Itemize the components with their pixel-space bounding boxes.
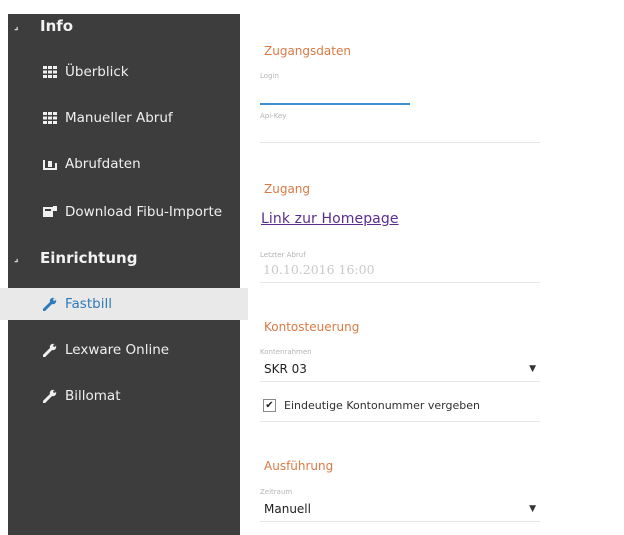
section-title-kontosteuerung: Kontosteuerung xyxy=(264,320,360,334)
sidebar-section-label: Einrichtung xyxy=(40,249,138,267)
sidebar-item-label: Manueller Abruf xyxy=(65,110,173,126)
sidebar-item-fastbill[interactable]: Fastbill xyxy=(0,288,248,320)
grid-icon xyxy=(41,112,59,124)
sidebar-item-abrufdaten[interactable]: Abrufdaten xyxy=(8,148,240,180)
section-title-ausfuehrung: Ausführung xyxy=(264,459,334,473)
collapse-caret-icon: ⌟ xyxy=(14,20,19,32)
sidebar-item-label: Fastbill xyxy=(65,296,112,312)
sidebar-item-manueller-abruf[interactable]: Manueller Abruf xyxy=(8,102,240,134)
sidebar-item-label: Abrufdaten xyxy=(65,156,141,172)
sidebar-section-info[interactable]: ⌟ Info xyxy=(8,14,240,38)
checkbox-label: Eindeutige Kontonummer vergeben xyxy=(284,399,480,412)
download-icon xyxy=(41,206,59,218)
sidebar-item-download-fibu-importe[interactable]: Download Fibu-Importe xyxy=(8,196,240,228)
sidebar-item-billomat[interactable]: Billomat xyxy=(8,380,240,412)
sidebar-section-einrichtung[interactable]: ⌟ Einrichtung xyxy=(8,246,240,270)
zeitraum-underline xyxy=(260,521,540,522)
dropdown-arrow-icon: ▼ xyxy=(529,364,536,374)
last-fetch-label: Letzter Abruf xyxy=(260,251,306,259)
settings-panel: Zugangsdaten Login Api-Key Zugang Link z… xyxy=(248,14,548,535)
api-key-input[interactable] xyxy=(260,142,540,143)
sidebar-item-label: Download Fibu-Importe xyxy=(65,204,223,220)
sidebar-item-label: Überblick xyxy=(65,64,129,80)
inbox-icon xyxy=(41,158,59,170)
homepage-link[interactable]: Link zur Homepage xyxy=(261,211,399,227)
wrench-icon xyxy=(41,343,59,357)
kontenrahmen-value: SKR 03 xyxy=(264,362,307,376)
login-label: Login xyxy=(260,72,279,80)
last-fetch-underline xyxy=(260,282,540,283)
sidebar-item-lexware-online[interactable]: Lexware Online xyxy=(8,334,240,366)
eindeutige-kontonummer-checkbox-row[interactable]: ✔ Eindeutige Kontonummer vergeben xyxy=(263,399,480,412)
dropdown-arrow-icon: ▼ xyxy=(529,504,536,514)
section-title-zugang: Zugang xyxy=(264,182,311,196)
kontenrahmen-select[interactable]: SKR 03 ▼ xyxy=(260,358,540,380)
wrench-icon xyxy=(41,389,59,403)
zeitraum-label: Zeitraum xyxy=(260,488,293,496)
wrench-icon xyxy=(41,297,59,311)
zeitraum-select[interactable]: Manuell ▼ xyxy=(260,498,540,520)
grid-icon xyxy=(41,66,59,78)
last-fetch-value: 10.10.2016 16:00 xyxy=(263,262,375,277)
kontenrahmen-underline xyxy=(260,381,540,382)
sidebar-item-label: Lexware Online xyxy=(65,342,170,358)
checkbox-underline xyxy=(260,421,540,422)
kontenrahmen-label: Kontenrahmen xyxy=(260,348,312,356)
zeitraum-value: Manuell xyxy=(264,502,311,516)
checkbox[interactable]: ✔ xyxy=(263,399,276,412)
sidebar-item-ueberblick[interactable]: Überblick xyxy=(8,56,240,88)
collapse-caret-icon: ⌟ xyxy=(14,252,19,264)
login-input[interactable] xyxy=(260,103,410,105)
sidebar-item-label: Billomat xyxy=(65,388,121,404)
sidebar-section-label: Info xyxy=(40,17,74,35)
api-key-label: Api-Key xyxy=(260,112,287,120)
section-title-zugangsdaten: Zugangsdaten xyxy=(264,44,351,58)
sidebar: ⌟ Info Überblick Manueller Abruf Abrufda… xyxy=(0,14,248,535)
